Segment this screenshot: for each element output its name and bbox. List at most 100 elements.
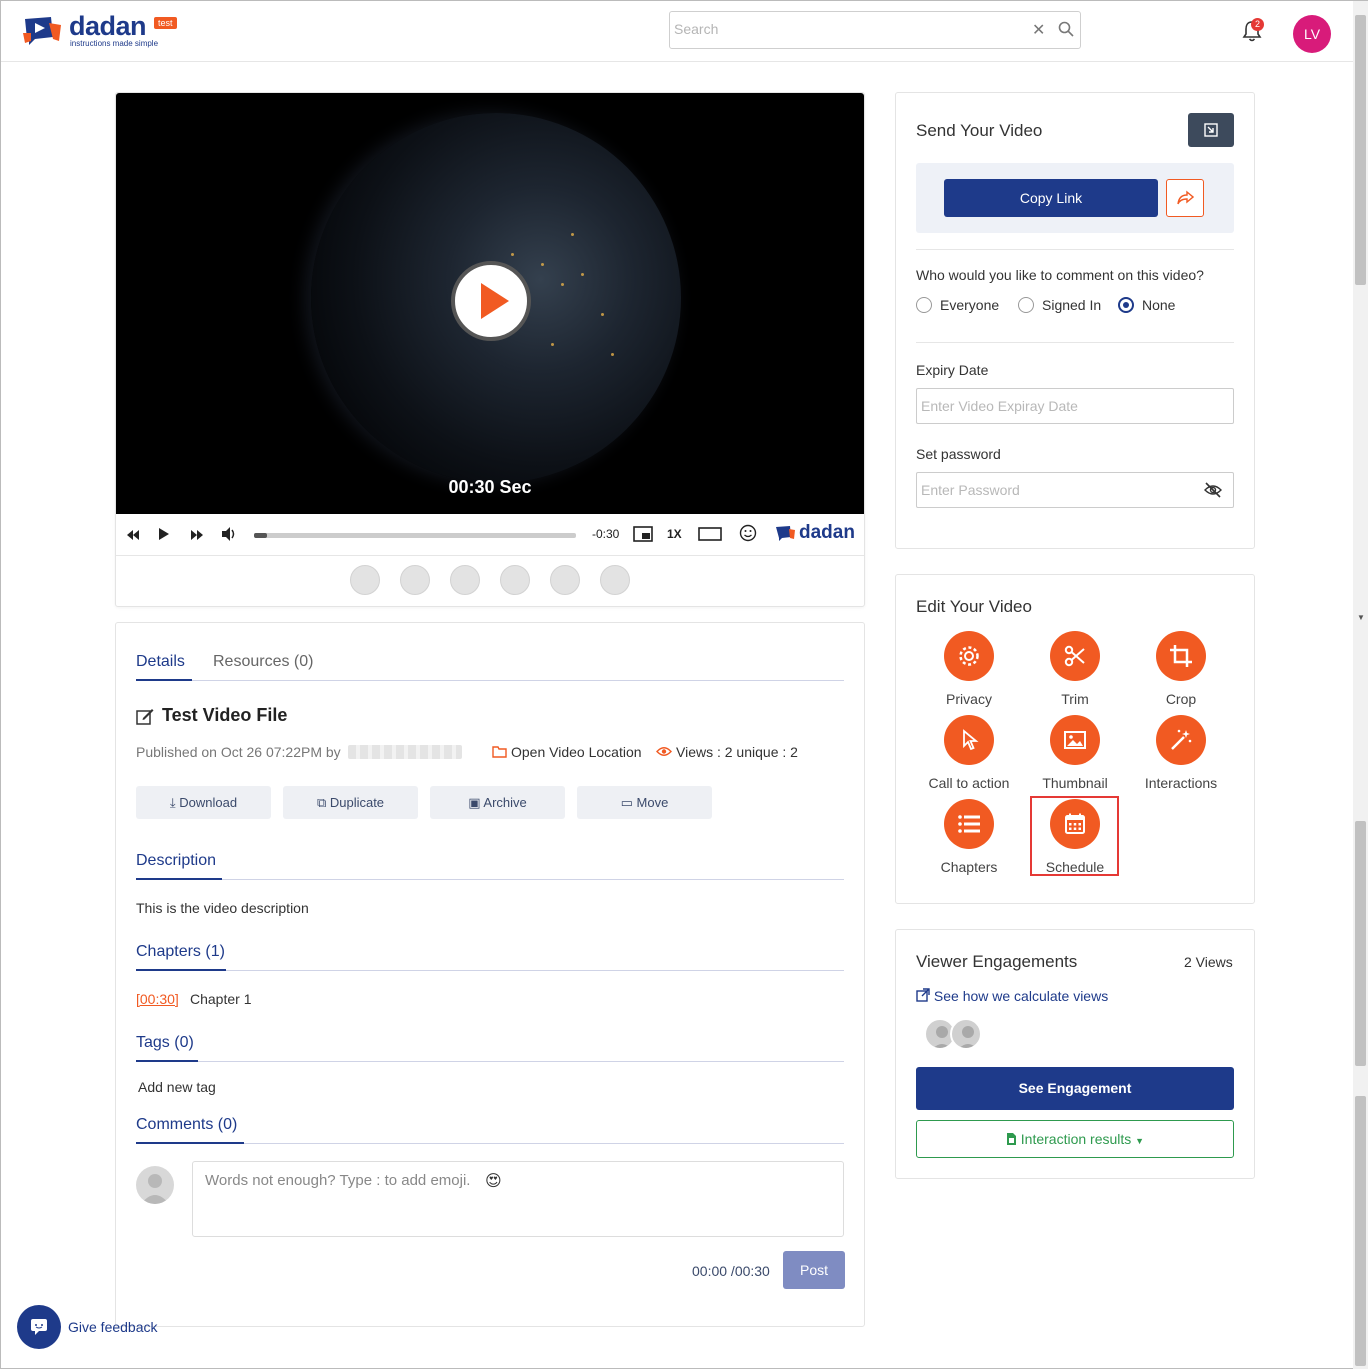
external-link-icon	[916, 988, 930, 1002]
section-underline	[136, 878, 222, 880]
player-brand[interactable]: dadan	[799, 522, 855, 544]
archive-label: Archive	[483, 795, 527, 810]
section-underline	[136, 1060, 198, 1062]
progress-fill	[254, 533, 267, 538]
time-remaining: -0:30	[592, 527, 620, 541]
comment-input[interactable]: Words not enough? Type : to add emoji. 😍	[192, 1161, 844, 1237]
open-location-link[interactable]: Open Video Location	[511, 744, 642, 760]
give-feedback-label[interactable]: Give feedback	[68, 1319, 158, 1335]
chapter-name: Chapter 1	[190, 991, 252, 1007]
crop-label: Crop	[1165, 691, 1197, 707]
reaction-bar	[116, 556, 864, 606]
divider	[136, 879, 844, 880]
video-player-card: 00:30 Sec -0:30 1X dadan	[115, 92, 865, 607]
viewer-avatar[interactable]	[950, 1018, 982, 1050]
see-engagement-button[interactable]: See Engagement	[916, 1067, 1234, 1110]
copy-link-button[interactable]: Copy Link	[944, 179, 1158, 217]
play-button-large[interactable]	[451, 261, 531, 341]
radio-none[interactable]	[1118, 297, 1134, 313]
trim-label: Trim	[1061, 691, 1089, 707]
user-avatar[interactable]: LV	[1293, 15, 1331, 53]
share-button[interactable]	[1166, 179, 1204, 217]
thumbnail-tool[interactable]: Thumbnail	[1025, 715, 1125, 791]
laugh-reaction-icon[interactable]	[450, 565, 480, 595]
search-icon[interactable]	[1058, 21, 1074, 37]
post-button[interactable]: Post	[783, 1251, 845, 1289]
section-underline	[136, 969, 226, 971]
dadan-logo[interactable]: dadan test instructions made simple	[21, 11, 191, 53]
crop-tool[interactable]: Crop	[1131, 631, 1231, 707]
active-tab-indicator	[136, 679, 192, 681]
call-to-action-tool[interactable]: Call to action	[919, 715, 1019, 791]
engagement-views-count: 2 Views	[1184, 954, 1233, 970]
edit-title-icon[interactable]	[136, 707, 154, 725]
download-video-button[interactable]	[1188, 113, 1234, 147]
radio-signed-in[interactable]	[1018, 297, 1034, 313]
scroll-down-arrow-icon[interactable]: ▼	[1357, 613, 1365, 622]
clear-icon[interactable]: ✕	[1032, 20, 1045, 40]
download-label: Download	[179, 795, 238, 810]
emoji-icon[interactable]	[739, 524, 757, 542]
player-controls: -0:30 1X dadan	[116, 514, 864, 556]
expiry-date-input[interactable]	[921, 398, 1191, 414]
edit-video-title: Edit Your Video	[916, 597, 1032, 616]
love-reaction-icon[interactable]	[400, 565, 430, 595]
chapter-timestamp[interactable]: [00:30]	[136, 991, 179, 1007]
description-text: This is the video description	[136, 900, 309, 916]
duplicate-button[interactable]: ⧉ Duplicate	[283, 786, 418, 819]
share-link-box: Copy Link	[916, 163, 1234, 233]
tab-resources[interactable]: Resources (0)	[213, 653, 313, 671]
interaction-results-dropdown[interactable]: Interaction results ▼	[916, 1120, 1234, 1158]
scrollbar-thumb[interactable]	[1355, 15, 1366, 285]
trim-tool[interactable]: Trim	[1025, 631, 1125, 707]
duplicate-icon: ⧉	[316, 795, 330, 810]
wow-reaction-icon[interactable]	[500, 565, 530, 595]
feedback-button[interactable]	[17, 1305, 61, 1349]
divider	[136, 1061, 844, 1062]
notification-badge: 2	[1251, 18, 1264, 31]
rewind-icon[interactable]	[126, 529, 140, 541]
logo-word: dadan	[69, 11, 147, 41]
search-input[interactable]	[674, 21, 1014, 37]
expiry-date-label: Expiry Date	[916, 362, 989, 378]
picture-in-picture-icon[interactable]	[633, 526, 653, 542]
interaction-results-label: Interaction results	[1020, 1131, 1132, 1147]
calculate-views-link[interactable]: See how we calculate views	[916, 988, 1108, 1004]
volume-icon[interactable]	[220, 525, 238, 543]
move-button[interactable]: ▭ Move	[577, 786, 712, 819]
published-info: Published on Oct 26 07:22PM by	[136, 744, 341, 760]
comment-timestamp: 00:00 /00:30	[692, 1263, 770, 1279]
play-icon[interactable]	[158, 527, 170, 541]
author-name-blurred	[348, 745, 462, 759]
divider	[916, 249, 1234, 250]
add-tag-link[interactable]: Add new tag	[138, 1079, 216, 1095]
calculate-views-label: See how we calculate views	[933, 988, 1109, 1004]
chapters-tool[interactable]: Chapters	[919, 799, 1019, 875]
interactions-tool[interactable]: Interactions	[1131, 715, 1231, 791]
download-box-icon	[1204, 123, 1218, 137]
sad-reaction-icon[interactable]	[550, 565, 580, 595]
top-header: dadan test instructions made simple ✕ 2 …	[1, 1, 1353, 62]
eye-slash-icon[interactable]	[1203, 482, 1223, 498]
privacy-tool[interactable]: Privacy	[919, 631, 1019, 707]
playback-speed[interactable]: 1X	[667, 527, 682, 541]
password-input[interactable]	[921, 482, 1191, 498]
theater-mode-icon[interactable]	[698, 527, 722, 541]
fast-forward-icon[interactable]	[190, 529, 204, 541]
progress-bar[interactable]	[254, 533, 576, 538]
archive-button[interactable]: ▣ Archive	[430, 786, 565, 819]
radio-everyone[interactable]	[916, 297, 932, 313]
archive-icon: ▣	[468, 795, 484, 810]
video-frame[interactable]: 00:30 Sec	[116, 93, 864, 514]
comments-heading: Comments (0)	[136, 1116, 238, 1133]
spreadsheet-icon	[1006, 1133, 1016, 1145]
download-button[interactable]: ⤓ Download	[136, 786, 271, 819]
video-duration-overlay: 00:30 Sec	[448, 477, 532, 497]
download-icon: ⤓	[169, 795, 180, 810]
like-reaction-icon[interactable]	[350, 565, 380, 595]
tab-details[interactable]: Details	[136, 653, 185, 671]
expiry-date-field	[916, 388, 1234, 424]
image-icon	[1064, 731, 1086, 749]
angry-reaction-icon[interactable]	[600, 565, 630, 595]
chapters-label: Chapters	[940, 859, 998, 875]
